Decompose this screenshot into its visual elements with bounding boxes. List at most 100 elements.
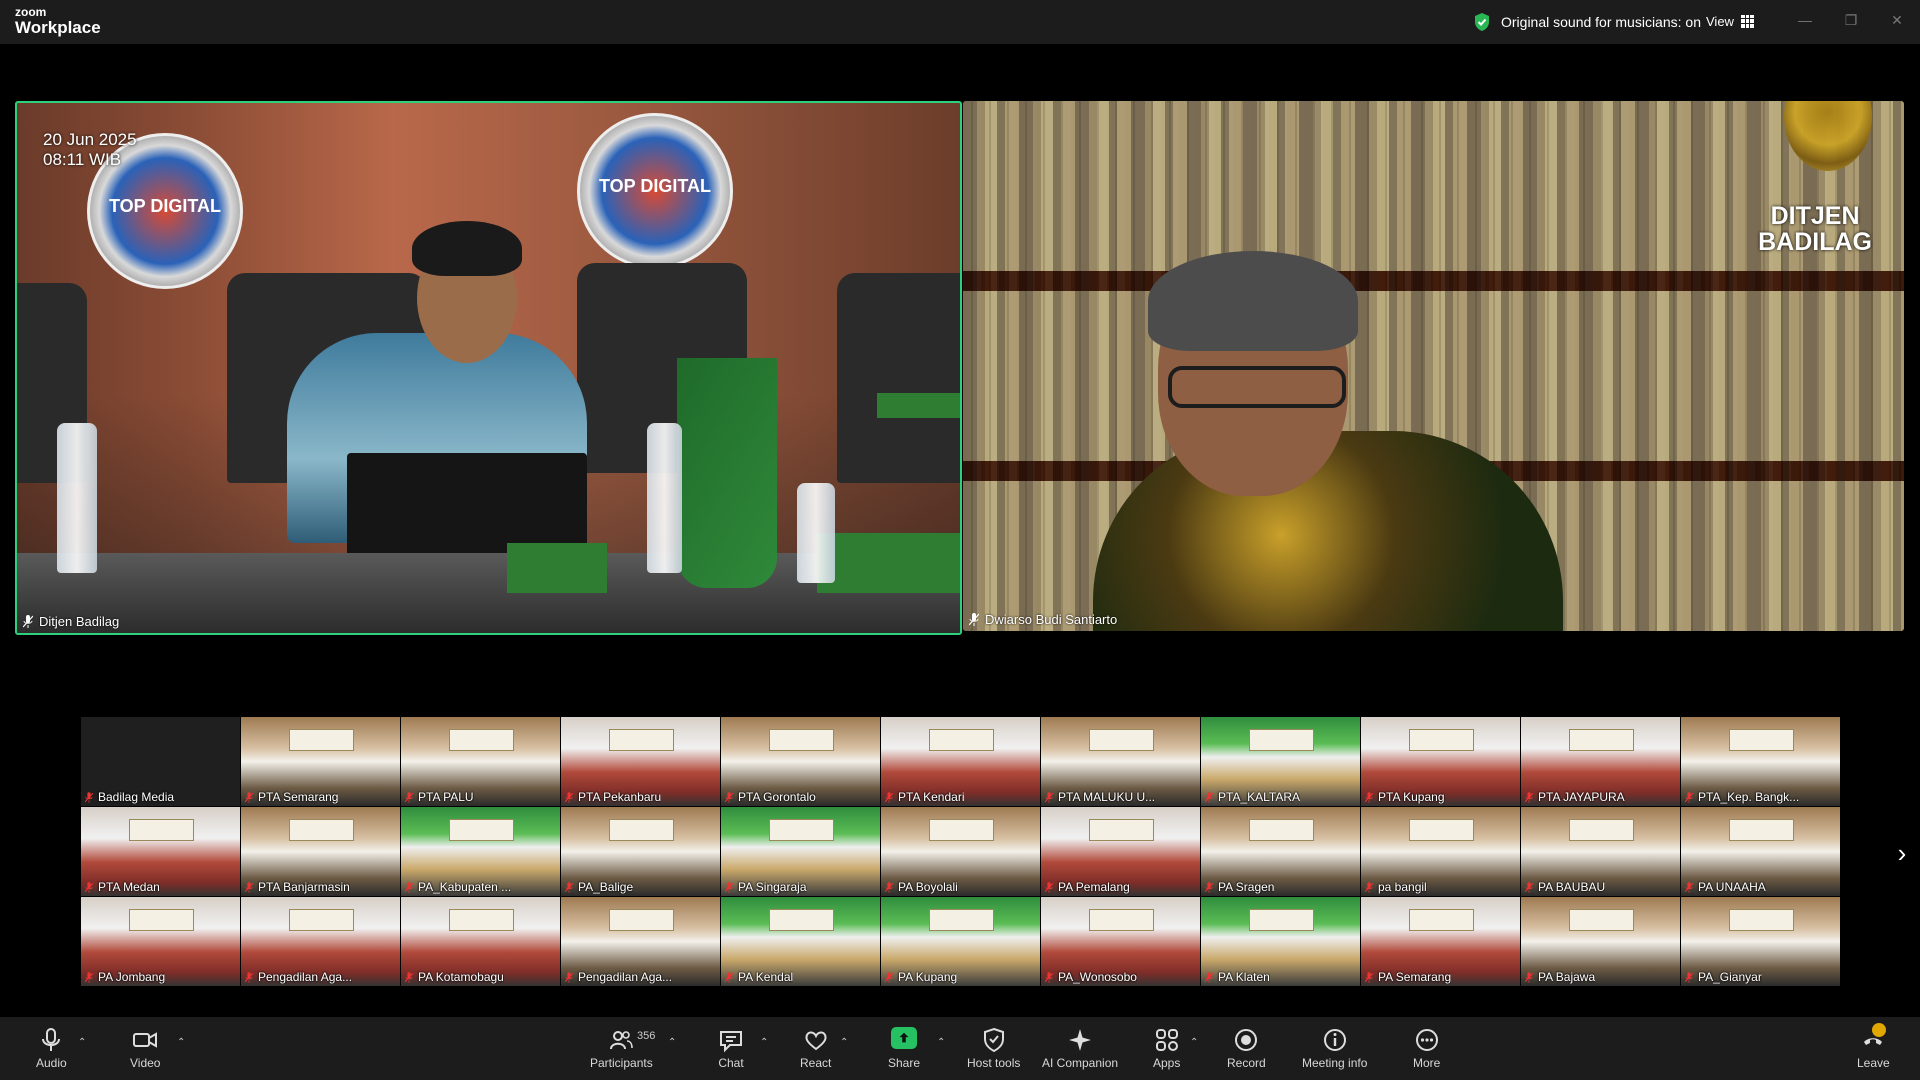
room-banner xyxy=(288,819,355,842)
share-caret-icon[interactable]: ⌃ xyxy=(937,1037,945,1048)
participant-label: PTA Semarang xyxy=(245,790,338,804)
apps-button[interactable]: Apps xyxy=(1153,1027,1180,1070)
participant-thumbnail[interactable]: Badilag Media xyxy=(81,717,241,807)
participant-thumbnail[interactable]: PTA_Kep. Bangk... xyxy=(1681,717,1841,807)
close-icon[interactable]: ✕ xyxy=(1874,0,1920,40)
participant-thumbnail[interactable]: PTA JAYAPURA xyxy=(1521,717,1681,807)
next-page-chevron-icon[interactable]: › xyxy=(1890,838,1914,868)
record-button[interactable]: Record xyxy=(1227,1027,1266,1070)
participant-label: PA Semarang xyxy=(1365,970,1451,984)
more-button[interactable]: More xyxy=(1413,1027,1440,1070)
participant-thumbnail[interactable]: PA Kupang xyxy=(881,897,1041,987)
participant-thumbnail[interactable]: PTA Kupang xyxy=(1361,717,1521,807)
chat-button[interactable]: Chat xyxy=(718,1027,744,1070)
room-banner xyxy=(448,729,515,752)
room-banner xyxy=(1568,909,1635,932)
participant-thumbnail[interactable]: PTA Pekanbaru xyxy=(561,717,721,807)
video-tile-ditjen-badilag[interactable]: TOP DIGITAL TOP DIGITAL 20 Jun 2025 08:1… xyxy=(15,101,962,635)
view-label: View xyxy=(1706,13,1734,29)
participant-name: Pengadilan Aga... xyxy=(578,970,673,984)
brand-small: zoom xyxy=(15,5,47,19)
original-sound-status[interactable]: Original sound for musicians: on xyxy=(1473,11,1701,33)
ai-companion-button[interactable]: AI Companion xyxy=(1042,1027,1118,1070)
participant-thumbnail[interactable]: PA Singaraja xyxy=(721,807,881,897)
participant-thumbnail[interactable]: PTA Semarang xyxy=(241,717,401,807)
participant-name: PA_Balige xyxy=(578,880,634,894)
participant-label: PA Sragen xyxy=(1205,880,1274,894)
meeting-info-button[interactable]: Meeting info xyxy=(1302,1027,1367,1070)
participant-thumbnail[interactable]: PTA Banjarmasin xyxy=(241,807,401,897)
video-tile-dwiarso-budi-santiarto[interactable]: DITJEN BADILAG Dwiarso Budi Santiarto xyxy=(963,101,1904,631)
participant-name: PA_Kabupaten ... xyxy=(418,880,512,894)
participant-thumbnail[interactable]: PA Klaten xyxy=(1201,897,1361,987)
participant-thumbnail[interactable]: PA Bajawa xyxy=(1521,897,1681,987)
participant-thumbnail[interactable]: PA_Gianyar xyxy=(1681,897,1841,987)
audio-options-caret-icon[interactable]: ⌃ xyxy=(78,1037,86,1048)
participant-thumbnail[interactable]: PA Kendal xyxy=(721,897,881,987)
participant-label: PA BAUBAU xyxy=(1525,880,1605,894)
participant-thumbnail[interactable]: PA Semarang xyxy=(1361,897,1521,987)
video-button[interactable]: Video xyxy=(130,1027,160,1070)
chat-caret-icon[interactable]: ⌃ xyxy=(760,1037,768,1048)
participant-thumbnail[interactable]: PA BAUBAU xyxy=(1521,807,1681,897)
maximize-icon[interactable]: ❐ xyxy=(1828,0,1874,40)
participant-thumbnail[interactable]: PTA Kendari xyxy=(881,717,1041,807)
room-banner xyxy=(608,819,675,842)
mic-off-icon xyxy=(23,615,33,628)
participant-name: PTA Kupang xyxy=(1378,790,1445,804)
react-button[interactable]: React xyxy=(800,1027,831,1070)
view-button[interactable]: View xyxy=(1706,10,1754,32)
share-button[interactable]: Share xyxy=(888,1027,920,1070)
participant-label: Pengadilan Aga... xyxy=(245,970,352,984)
participant-thumbnail[interactable]: PTA PALU xyxy=(401,717,561,807)
participant-thumbnail[interactable]: PA UNAAHA xyxy=(1681,807,1841,897)
participant-name-tag: Dwiarso Budi Santiarto xyxy=(969,612,1117,627)
participant-label: PA Jombang xyxy=(85,970,165,984)
participant-thumbnail[interactable]: PTA Gorontalo xyxy=(721,717,881,807)
room-banner xyxy=(1728,729,1795,752)
video-options-caret-icon[interactable]: ⌃ xyxy=(177,1037,185,1048)
participant-thumbnail[interactable]: PA_Balige xyxy=(561,807,721,897)
participant-name: PTA JAYAPURA xyxy=(1538,790,1625,804)
participant-thumbnail[interactable]: PA_Wonosobo xyxy=(1041,897,1201,987)
participant-thumbnail[interactable]: PA Sragen xyxy=(1201,807,1361,897)
mic-off-icon xyxy=(969,613,979,626)
participant-thumbnail[interactable]: PA Pemalang xyxy=(1041,807,1201,897)
room-banner xyxy=(1248,729,1315,752)
participant-thumbnail[interactable]: Pengadilan Aga... xyxy=(241,897,401,987)
participant-name: Pengadilan Aga... xyxy=(258,970,353,984)
mic-off-icon xyxy=(245,971,253,983)
participant-thumbnail[interactable]: PA Boyolali xyxy=(881,807,1041,897)
participant-label: PA Klaten xyxy=(1205,970,1270,984)
shield-check-icon xyxy=(1475,13,1489,31)
participant-label: PA Singaraja xyxy=(725,880,807,894)
participant-thumbnail[interactable]: PTA MALUKU U... xyxy=(1041,717,1201,807)
react-caret-icon[interactable]: ⌃ xyxy=(840,1037,848,1048)
room-banner xyxy=(1088,909,1155,932)
mic-off-icon xyxy=(1045,881,1053,893)
participant-thumbnail[interactable]: PA_Kabupaten ... xyxy=(401,807,561,897)
mic-off-icon xyxy=(1365,791,1373,803)
participants-caret-icon[interactable]: ⌃ xyxy=(668,1037,676,1048)
mic-off-icon xyxy=(1525,881,1533,893)
grid-view-icon xyxy=(1740,14,1754,28)
participant-thumbnail[interactable]: PA Kotamobagu xyxy=(401,897,561,987)
host-tools-button[interactable]: Host tools xyxy=(967,1027,1020,1070)
room-banner xyxy=(1088,729,1155,752)
participant-thumbnail[interactable]: PTA Medan xyxy=(81,807,241,897)
participant-name: PA Pemalang xyxy=(1058,880,1130,894)
participant-label: PTA Pekanbaru xyxy=(565,790,661,804)
audio-button[interactable]: Audio xyxy=(36,1027,67,1070)
participant-thumbnail[interactable]: PA Jombang xyxy=(81,897,241,987)
apps-caret-icon[interactable]: ⌃ xyxy=(1190,1037,1198,1048)
mic-off-icon xyxy=(405,881,413,893)
mic-off-icon xyxy=(565,791,573,803)
participant-thumbnail[interactable]: PTA_KALTARA xyxy=(1201,717,1361,807)
participant-thumbnail[interactable]: pa bangil xyxy=(1361,807,1521,897)
participant-label: PA Boyolali xyxy=(885,880,958,894)
mic-off-icon xyxy=(565,971,573,983)
participant-name: PTA Banjarmasin xyxy=(258,880,350,894)
participant-thumbnail[interactable]: Pengadilan Aga... xyxy=(561,897,721,987)
mic-off-icon xyxy=(1685,971,1693,983)
minimize-icon[interactable]: — xyxy=(1782,0,1828,40)
